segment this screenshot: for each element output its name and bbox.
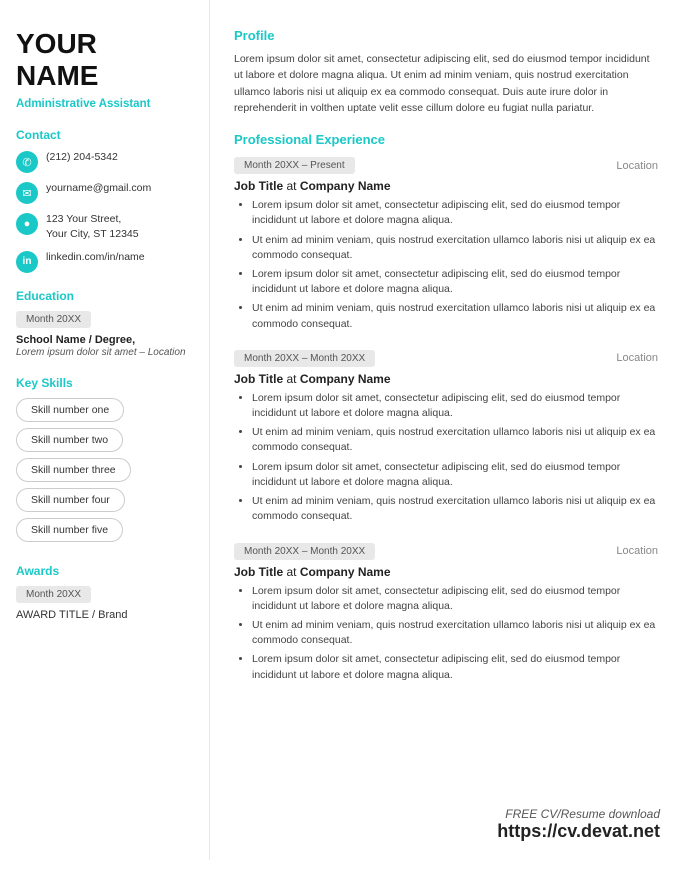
candidate-job-title: Administrative Assistant: [16, 98, 193, 110]
footer-url: https://cv.devat.net: [497, 821, 660, 842]
education-section-label: Education: [16, 289, 193, 303]
bullet-item: Lorem ipsum dolor sit amet, consectetur …: [252, 391, 658, 421]
skill-item: Skill number five: [16, 518, 123, 542]
resume-page: YOUR NAME Administrative Assistant Conta…: [0, 0, 680, 860]
exp-header-2: Month 20XX – Month 20XX Location: [234, 350, 658, 367]
bullet-item: Ut enim ad minim veniam, quis nostrud ex…: [252, 425, 658, 455]
bullet-item: Lorem ipsum dolor sit amet, consectetur …: [252, 267, 658, 297]
sidebar: YOUR NAME Administrative Assistant Conta…: [0, 0, 210, 860]
email-icon: ✉: [16, 182, 38, 204]
bullet-item: Lorem ipsum dolor sit amet, consectetur …: [252, 198, 658, 228]
main-content: Profile Lorem ipsum dolor sit amet, cons…: [210, 0, 680, 860]
bullet-item: Lorem ipsum dolor sit amet, consectetur …: [252, 460, 658, 490]
exp-jobtitle-1: Job Title at Company Name: [234, 179, 658, 193]
experience-entry-1: Month 20XX – Present Location Job Title …: [234, 157, 658, 332]
exp-bullets-3: Lorem ipsum dolor sit amet, consectetur …: [234, 584, 658, 683]
school-name: School Name / Degree,: [16, 334, 193, 346]
award-date-badge: Month 20XX: [16, 586, 91, 603]
footer-free-text: FREE CV/Resume download: [497, 807, 660, 821]
phone-text: (212) 204-5342: [46, 150, 118, 165]
skill-item: Skill number four: [16, 488, 125, 512]
experience-entry-2: Month 20XX – Month 20XX Location Job Tit…: [234, 350, 658, 525]
bullet-item: Lorem ipsum dolor sit amet, consectetur …: [252, 652, 658, 682]
email-contact: ✉ yourname@gmail.com: [16, 181, 193, 204]
linkedin-contact: in linkedin.com/in/name: [16, 250, 193, 273]
skill-item: Skill number three: [16, 458, 131, 482]
exp-bullets-1: Lorem ipsum dolor sit amet, consectetur …: [234, 198, 658, 332]
exp-date-3: Month 20XX – Month 20XX: [234, 543, 375, 560]
exp-location-2: Location: [616, 352, 658, 364]
bullet-item: Ut enim ad minim veniam, quis nostrud ex…: [252, 494, 658, 524]
exp-jobtitle-3: Job Title at Company Name: [234, 565, 658, 579]
location-pin-icon: ●: [16, 213, 38, 235]
exp-header-3: Month 20XX – Month 20XX Location: [234, 543, 658, 560]
award-title: AWARD TITLE / Brand: [16, 609, 193, 621]
experience-heading: Professional Experience: [234, 132, 658, 147]
skill-item: Skill number two: [16, 428, 123, 452]
exp-location-3: Location: [616, 545, 658, 557]
edu-description: Lorem ipsum dolor sit amet – Location: [16, 346, 193, 360]
candidate-name: YOUR NAME: [16, 28, 193, 92]
phone-icon: ✆: [16, 151, 38, 173]
exp-jobtitle-2: Job Title at Company Name: [234, 372, 658, 386]
exp-location-1: Location: [616, 160, 658, 172]
bullet-item: Ut enim ad minim veniam, quis nostrud ex…: [252, 233, 658, 263]
profile-heading: Profile: [234, 28, 658, 43]
skill-item: Skill number one: [16, 398, 124, 422]
experience-entry-3: Month 20XX – Month 20XX Location Job Tit…: [234, 543, 658, 683]
exp-date-2: Month 20XX – Month 20XX: [234, 350, 375, 367]
phone-contact: ✆ (212) 204-5342: [16, 150, 193, 173]
contact-section-label: Contact: [16, 128, 193, 142]
address-text: 123 Your Street, Your City, ST 12345: [46, 212, 139, 241]
bullet-item: Lorem ipsum dolor sit amet, consectetur …: [252, 584, 658, 614]
bullet-item: Ut enim ad minim veniam, quis nostrud ex…: [252, 301, 658, 331]
email-text: yourname@gmail.com: [46, 181, 151, 196]
awards-section-label: Awards: [16, 564, 193, 578]
linkedin-icon: in: [16, 251, 38, 273]
exp-header-1: Month 20XX – Present Location: [234, 157, 658, 174]
profile-text: Lorem ipsum dolor sit amet, consectetur …: [234, 51, 658, 116]
footer-watermark: FREE CV/Resume download https://cv.devat…: [497, 807, 660, 842]
skills-list: Skill number one Skill number two Skill …: [16, 398, 193, 548]
exp-bullets-2: Lorem ipsum dolor sit amet, consectetur …: [234, 391, 658, 525]
edu-date-badge: Month 20XX: [16, 311, 91, 328]
exp-date-1: Month 20XX – Present: [234, 157, 355, 174]
bullet-item: Ut enim ad minim veniam, quis nostrud ex…: [252, 618, 658, 648]
address-contact: ● 123 Your Street, Your City, ST 12345: [16, 212, 193, 241]
linkedin-text: linkedin.com/in/name: [46, 250, 145, 265]
skills-section-label: Key Skills: [16, 376, 193, 390]
